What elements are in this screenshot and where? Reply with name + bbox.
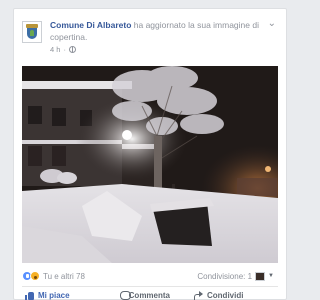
shares-summary[interactable]: Condivisione: 1 ▼ (197, 270, 274, 282)
action-bar: Mi piace Commenta Condividi (22, 289, 278, 300)
share-icon (194, 290, 203, 300)
post-card: Comune Di Albareto ha aggiornato la sua … (13, 8, 287, 300)
comment-icon (120, 290, 131, 300)
like-button[interactable]: Mi piace (22, 291, 96, 300)
avatar-crest-icon (25, 23, 39, 41)
sharer-thumbnail (255, 271, 266, 281)
post-header: Comune Di Albareto ha aggiornato la sua … (22, 17, 278, 57)
share-button[interactable]: Condividi (170, 290, 244, 300)
action-divider (22, 286, 278, 287)
comment-button[interactable]: Commenta (96, 290, 170, 300)
page-name-link[interactable]: Comune Di Albareto (50, 20, 131, 30)
post-meta: 4 h · (50, 45, 76, 54)
snow-night-photo (22, 66, 278, 263)
separator-dot: · (63, 45, 66, 54)
reactions-count[interactable]: Tu e altri 78 (43, 272, 85, 281)
thumb-up-icon (25, 291, 34, 300)
page-avatar[interactable] (22, 21, 42, 43)
globe-icon (68, 46, 76, 53)
caret-down-icon[interactable]: ▼ (268, 273, 274, 279)
shares-count[interactable]: Condivisione: 1 (197, 272, 252, 281)
like-label: Mi piace (38, 290, 70, 300)
post-timestamp[interactable]: 4 h (50, 45, 60, 54)
reactions-bar[interactable]: Tu e altri 78 (22, 270, 85, 282)
post-headline: Comune Di Albareto ha aggiornato la sua … (50, 19, 280, 43)
share-label: Condividi (207, 290, 244, 300)
chevron-down-icon[interactable]: ⌄ (268, 19, 276, 29)
wow-reaction-icon (30, 271, 40, 281)
comment-label: Commenta (128, 290, 170, 300)
cover-photo[interactable] (22, 66, 278, 263)
